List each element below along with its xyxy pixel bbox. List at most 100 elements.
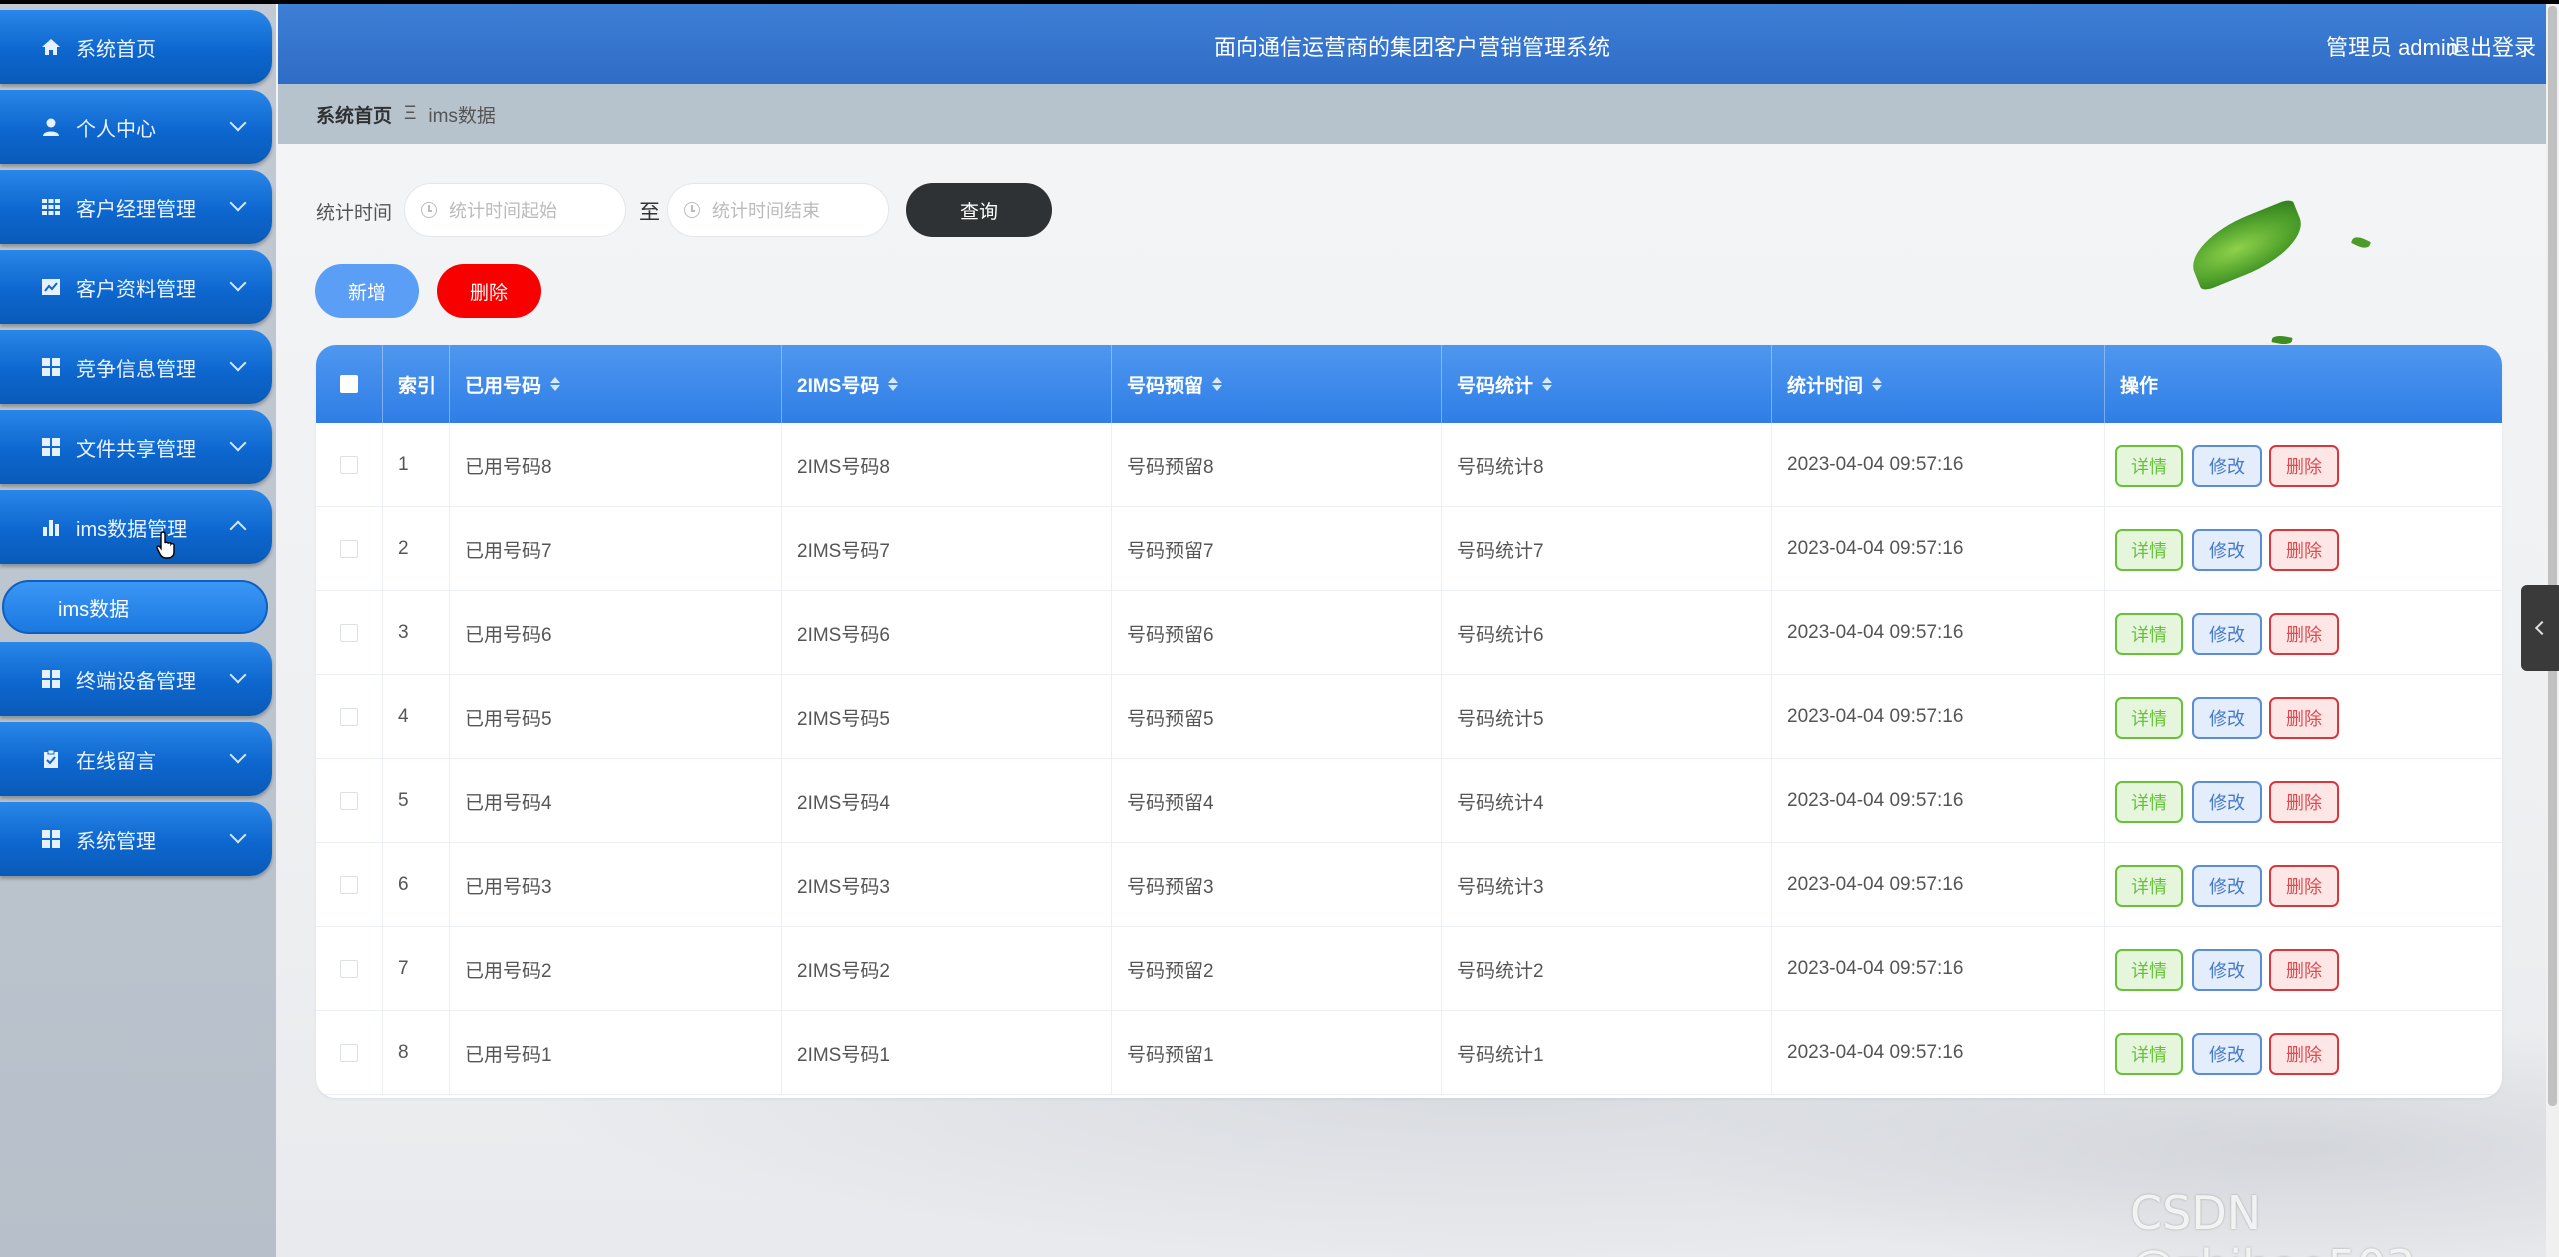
query-button[interactable]: 查询 [906,183,1052,237]
column-header-number-stat[interactable]: 号码统计 [1442,345,1772,423]
logout-link[interactable]: 退出登录 [2448,30,2536,62]
end-date-input[interactable]: 统计时间结束 [667,183,889,237]
edit-button[interactable]: 修改 [2192,949,2262,991]
row-checkbox[interactable] [340,708,358,726]
chevron-down-icon [229,434,247,452]
sort-icon[interactable] [1872,377,1883,391]
edit-button[interactable]: 修改 [2192,697,2262,739]
sort-icon[interactable] [1542,377,1553,391]
cell-index: 4 [383,675,450,759]
cell-index: 6 [383,843,450,927]
delete-button[interactable]: 删除 [2269,529,2339,571]
column-header-label: 号码统计 [1457,375,1534,397]
row-checkbox[interactable] [340,1044,358,1062]
sidebar-item-file-share[interactable]: 文件共享管理 [0,410,272,484]
edit-button[interactable]: 修改 [2192,613,2262,655]
scrollbar-thumb[interactable] [2548,6,2557,1106]
select-all-cell [316,345,383,423]
data-table: 索引 已用号码 2IMS号码 号码预留 号码统计 统计时间 操作 1 已用号码8 2… [316,345,2502,1098]
detail-button[interactable]: 详情 [2115,445,2183,487]
sidebar-item-account-manager[interactable]: 客户经理管理 [0,170,272,244]
sidebar-item-label: 个人中心 [76,118,156,141]
edit-button[interactable]: 修改 [2192,445,2262,487]
select-all-checkbox[interactable] [340,375,358,393]
cell-ims: 2IMS号码6 [782,591,1112,675]
breadcrumb-home[interactable]: 系统首页 [316,101,392,128]
cell-index: 3 [383,591,450,675]
column-header-ims-number[interactable]: 2IMS号码 [782,345,1112,423]
delete-button[interactable]: 删除 [2269,1033,2339,1075]
cell-used: 已用号码6 [450,591,782,675]
add-button[interactable]: 新增 [315,264,419,318]
bulk-delete-button[interactable]: 删除 [437,264,541,318]
collapse-panel-button[interactable] [2521,585,2559,671]
detail-button[interactable]: 详情 [2115,529,2183,571]
row-checkbox[interactable] [340,624,358,642]
sidebar-item-customer-data[interactable]: 客户资料管理 [0,250,272,324]
cell-ims: 2IMS号码5 [782,675,1112,759]
detail-button[interactable]: 详情 [2115,949,2183,991]
edit-button[interactable]: 修改 [2192,1033,2262,1075]
delete-button[interactable]: 删除 [2269,613,2339,655]
table-row: 3 已用号码6 2IMS号码6 号码预留6 号码统计6 2023-04-04 09:57:… [316,591,2502,675]
row-select-cell [316,507,383,591]
sidebar-item-terminal-device[interactable]: 终端设备管理 [0,642,272,716]
detail-button[interactable]: 详情 [2115,865,2183,907]
chevron-left-icon [2534,620,2550,636]
edit-button[interactable]: 修改 [2192,781,2262,823]
chart-icon [40,276,62,298]
sidebar-item-label: 客户资料管理 [76,278,196,301]
row-checkbox[interactable] [340,876,358,894]
cell-time: 2023-04-04 09:57:16 [1772,843,2105,927]
cell-stat: 号码统计6 [1442,591,1772,675]
delete-button[interactable]: 删除 [2269,949,2339,991]
row-select-cell [316,591,383,675]
detail-button[interactable]: 详情 [2115,613,2183,655]
sidebar-subitem-label: ims数据 [58,598,130,621]
sidebar-subitem-ims-data[interactable]: ims数据 [2,580,268,634]
sort-icon[interactable] [550,377,561,391]
detail-button[interactable]: 详情 [2115,781,2183,823]
cell-index: 8 [383,1011,450,1095]
column-header-stat-time[interactable]: 统计时间 [1772,345,2105,423]
column-header-label: 操作 [2120,375,2159,397]
sidebar-item-system-manage[interactable]: 系统管理 [0,802,272,876]
delete-button[interactable]: 删除 [2269,781,2339,823]
sort-icon[interactable] [1212,377,1223,391]
sidebar-item-ims-data-manage[interactable]: ims数据管理 [0,490,272,564]
row-checkbox[interactable] [340,792,358,810]
detail-button[interactable]: 详情 [2115,1033,2183,1075]
sidebar: 系统首页 个人中心 客户经理管理 客户资料管理 竞争信息管理 文件共享管理 im… [0,4,276,1257]
row-checkbox[interactable] [340,960,358,978]
sidebar-item-online-message[interactable]: 在线留言 [0,722,272,796]
delete-button[interactable]: 删除 [2269,865,2339,907]
row-select-cell [316,843,383,927]
cell-ims: 2IMS号码8 [782,423,1112,507]
detail-button[interactable]: 详情 [2115,697,2183,739]
edit-button[interactable]: 修改 [2192,865,2262,907]
row-checkbox[interactable] [340,456,358,474]
clock-icon [684,202,700,218]
cell-used: 已用号码3 [450,843,782,927]
column-header-label: 索引 [398,375,437,397]
hand-cursor-icon [156,531,175,559]
row-checkbox[interactable] [340,540,358,558]
sidebar-item-personal-center[interactable]: 个人中心 [0,90,272,164]
table-row: 5 已用号码4 2IMS号码4 号码预留4 号码统计4 2023-04-04 09:57:… [316,759,2502,843]
cell-stat: 号码统计1 [1442,1011,1772,1095]
end-date-placeholder: 统计时间结束 [712,201,820,221]
column-header-used-number[interactable]: 已用号码 [450,345,782,423]
sidebar-item-home[interactable]: 系统首页 [0,10,272,84]
cell-index: 2 [383,507,450,591]
breadcrumb-separator: Ξ [404,103,417,124]
delete-button[interactable]: 删除 [2269,697,2339,739]
sort-icon[interactable] [888,377,899,391]
chevron-down-icon [229,746,247,764]
cell-used: 已用号码8 [450,423,782,507]
sidebar-item-competition-info[interactable]: 竞争信息管理 [0,330,272,404]
edit-button[interactable]: 修改 [2192,529,2262,571]
clock-icon [421,202,437,218]
delete-button[interactable]: 删除 [2269,445,2339,487]
column-header-number-reserve[interactable]: 号码预留 [1112,345,1442,423]
start-date-input[interactable]: 统计时间起始 [404,183,626,237]
